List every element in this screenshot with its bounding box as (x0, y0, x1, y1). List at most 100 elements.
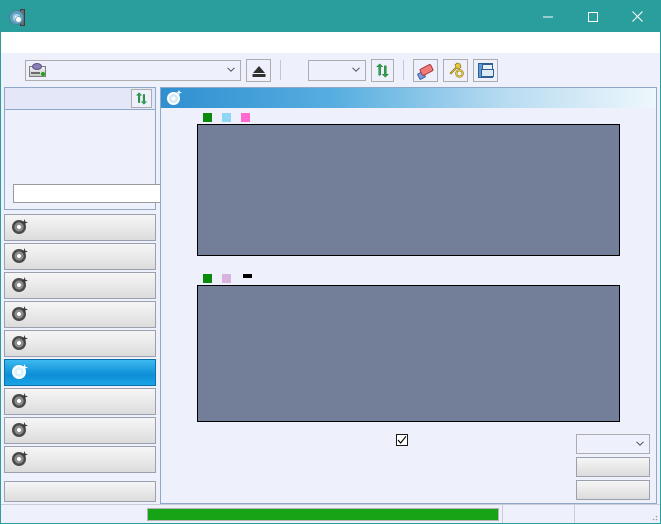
chevron-down-icon (227, 67, 235, 72)
eject-icon (252, 65, 265, 73)
erase-button[interactable] (413, 58, 438, 82)
disc-test-icon (12, 364, 28, 380)
refresh-icon (135, 92, 148, 105)
start-full-button[interactable] (576, 457, 650, 477)
ldc-plot-wrap (163, 124, 654, 256)
bis-y-axis-left (163, 285, 197, 422)
sidebar-item-extra-tests[interactable] (4, 446, 156, 473)
maximize-icon[interactable] (570, 1, 615, 32)
drive-icon (29, 63, 46, 77)
legend-swatch-read-speed (222, 112, 231, 122)
eraser-icon (416, 62, 435, 81)
toolbar-divider-2 (403, 60, 404, 80)
bis-chart (163, 271, 654, 437)
refresh-button[interactable] (371, 58, 394, 82)
floppy-icon (478, 62, 494, 78)
bis-plot-wrap (163, 285, 654, 422)
stats-panel (161, 433, 656, 503)
nav-list (4, 214, 156, 505)
sidebar-item-create-test-disc[interactable] (4, 243, 156, 270)
disc-test-icon (12, 277, 28, 293)
menu-start-test[interactable] (27, 40, 45, 44)
chevron-down-icon (636, 441, 644, 446)
status-window-button[interactable] (4, 481, 156, 502)
ldc-y-axis-right (620, 124, 654, 256)
main-panel-header (161, 88, 656, 108)
toolbar (1, 53, 660, 87)
disc-test-icon (12, 393, 28, 409)
jitter-checkbox[interactable] (396, 434, 408, 448)
speed-select[interactable] (308, 59, 366, 81)
disc-test-icon (12, 451, 28, 467)
legend-swatch-write-speed (241, 112, 250, 122)
chevron-down-icon (352, 67, 360, 72)
menu-help[interactable] (63, 40, 81, 44)
ldc-chart (163, 110, 654, 271)
progress-fill (148, 508, 498, 520)
ldc-y-axis-left (163, 124, 197, 256)
disc-test-icon (12, 306, 28, 322)
legend-item-bis (203, 273, 215, 283)
legend-swatch-ldc (203, 112, 212, 122)
disc-row-mid (10, 130, 150, 147)
menu-bar (1, 32, 660, 53)
sidebar (4, 87, 211, 505)
progress-percent (502, 505, 574, 523)
charts-area (161, 108, 656, 433)
wrench-icon (449, 62, 464, 78)
disc-row-type (10, 113, 150, 130)
disc-test-icon (12, 335, 28, 351)
bis-plot (197, 285, 620, 422)
save-button[interactable] (473, 58, 498, 82)
check-icon (397, 436, 407, 444)
close-icon[interactable] (615, 1, 660, 32)
refresh-icon (376, 62, 389, 78)
sidebar-item-disc-quality[interactable] (4, 359, 156, 386)
main-panel (160, 87, 657, 504)
stats-speed-select[interactable] (576, 434, 650, 454)
checkbox-box (396, 434, 408, 446)
title-bar (1, 1, 660, 32)
sidebar-item-cd-bler[interactable] (4, 388, 156, 415)
legend-item-ldc (203, 112, 215, 122)
ldc-x-axis (197, 256, 620, 271)
drive-select[interactable] (25, 59, 241, 81)
window-controls (525, 1, 660, 32)
disc-test-icon (12, 422, 28, 438)
sidebar-item-drive-info[interactable] (4, 301, 156, 328)
disc-test-icon (12, 248, 28, 264)
sidebar-item-disc-info[interactable] (4, 330, 156, 357)
menu-file[interactable] (9, 40, 27, 44)
bis-chart-legend (163, 271, 654, 285)
sidebar-item-transfer-rate[interactable] (4, 214, 156, 241)
disc-row-length (10, 147, 150, 164)
resize-grip-icon[interactable] (648, 511, 658, 521)
refresh-disc-button[interactable] (131, 89, 152, 108)
disc-row-contents (10, 164, 150, 181)
ldc-chart-legend (163, 110, 654, 124)
bis-y-axis-right (620, 285, 654, 422)
ldc-plot (197, 124, 620, 256)
progress-track (147, 507, 499, 521)
disc-label-row (10, 182, 211, 204)
legend-item-write-speed (241, 112, 253, 122)
legend-swatch-bis (203, 273, 212, 283)
eject-button[interactable] (246, 58, 271, 82)
disc-rows (5, 110, 211, 209)
menu-extra[interactable] (45, 40, 63, 44)
legend-swatch-jitter (222, 273, 231, 283)
disc-quality-icon (167, 91, 180, 105)
disc-test-icon (12, 219, 28, 235)
sidebar-item-fe-te[interactable] (4, 417, 156, 444)
disc-info-panel (4, 87, 211, 210)
legend-item-jitter (222, 273, 234, 283)
tools-button[interactable] (443, 58, 468, 82)
app-disc-icon (9, 8, 27, 26)
legend-item-read-speed (222, 112, 234, 122)
app-window (0, 0, 661, 524)
sidebar-item-verify-test-disc[interactable] (4, 272, 156, 299)
disc-panel-header (5, 88, 155, 110)
minimize-icon[interactable] (525, 1, 570, 32)
start-part-button[interactable] (576, 480, 650, 500)
